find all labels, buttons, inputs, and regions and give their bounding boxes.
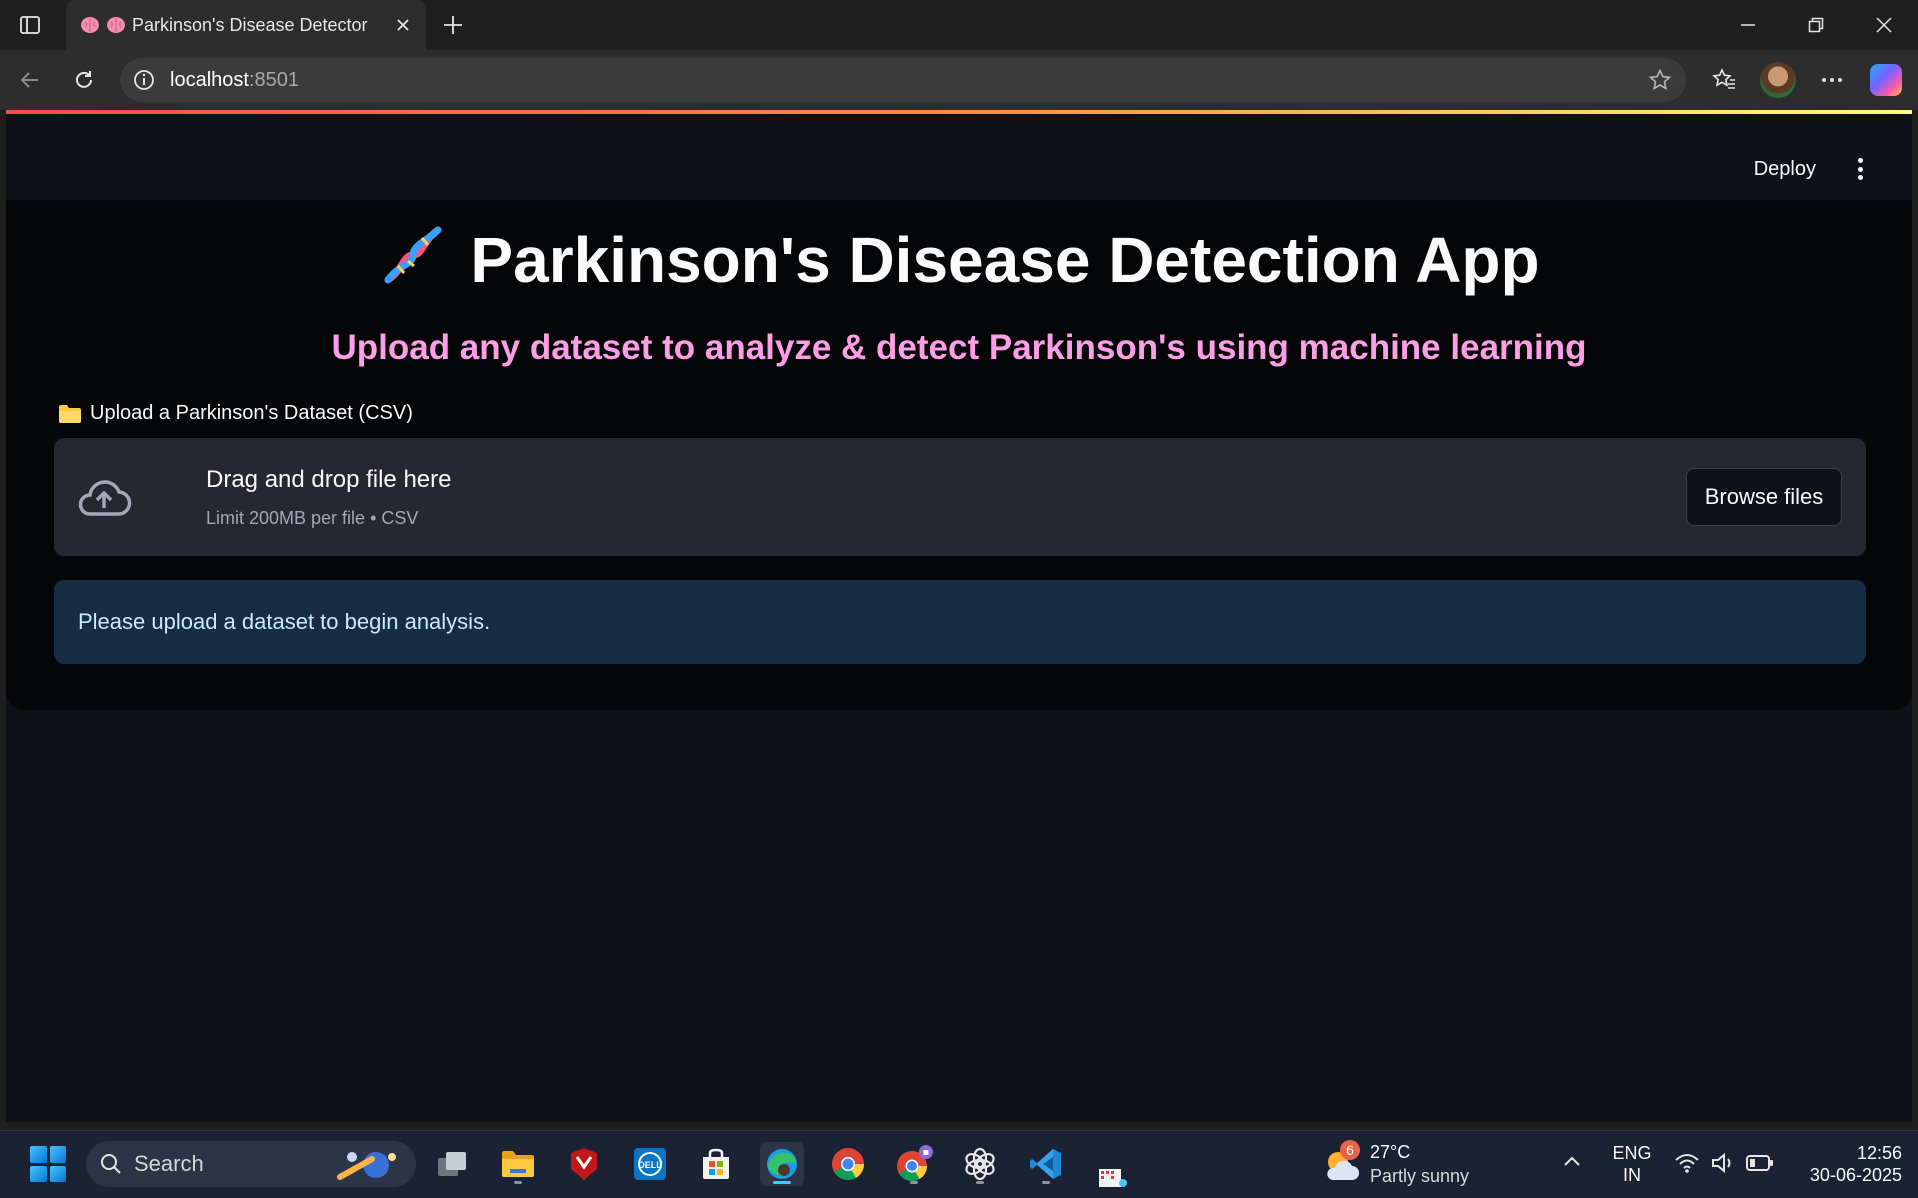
favorites-icon[interactable] xyxy=(1704,60,1744,100)
start-icon[interactable] xyxy=(30,1146,66,1182)
dell-icon[interactable]: DELL xyxy=(628,1142,672,1186)
clock[interactable]: 12:56 30-06-2025 xyxy=(1790,1142,1902,1186)
browse-files-button[interactable]: Browse files xyxy=(1686,468,1842,526)
vscode-icon[interactable] xyxy=(1024,1142,1068,1186)
page-title-text: Parkinson's Disease Detection App xyxy=(470,224,1540,296)
clock-date: 30-06-2025 xyxy=(1809,1165,1902,1185)
weather-widget[interactable]: 6 27°C Partly sunny xyxy=(1322,1140,1482,1188)
main-menu-icon[interactable] xyxy=(1848,154,1872,184)
profile-avatar[interactable] xyxy=(1758,60,1798,100)
url-text: localhost:8501 xyxy=(170,69,299,92)
brain-emoji-icon xyxy=(106,15,126,35)
page-title: Parkinson's Disease Detection App xyxy=(6,220,1912,297)
url-host: localhost xyxy=(170,68,249,91)
deploy-button[interactable]: Deploy xyxy=(1754,158,1816,181)
chrome-icon[interactable] xyxy=(826,1142,870,1186)
copilot-icon[interactable] xyxy=(1866,60,1906,100)
cloud-upload-icon xyxy=(78,480,132,516)
app-header: Deploy xyxy=(6,114,1912,200)
brain-favicon-icon xyxy=(80,15,100,35)
file-explorer-icon[interactable] xyxy=(496,1142,540,1186)
url-port: :8501 xyxy=(248,68,299,91)
tab-title: Parkinson's Disease Detector xyxy=(132,14,368,35)
show-hidden-icons-icon[interactable] xyxy=(1562,1154,1582,1173)
chatgpt-icon[interactable] xyxy=(958,1142,1002,1186)
close-window-icon[interactable] xyxy=(1850,0,1918,50)
minimize-icon[interactable] xyxy=(1714,0,1782,50)
folder-icon xyxy=(59,404,81,423)
windows-taskbar: Search DELL 6 27°C Partly sunny ENG IN 1… xyxy=(0,1130,1918,1198)
new-tab-icon[interactable] xyxy=(436,8,470,42)
browser-toolbar: localhost:8501 xyxy=(0,50,1918,110)
favorite-star-icon[interactable] xyxy=(1648,68,1672,92)
streamlit-page: Deploy Parkinson's Disease Detection App… xyxy=(6,110,1912,1122)
clock-time: 12:56 xyxy=(1856,1143,1902,1163)
upload-label-text: Upload a Parkinson's Dataset (CSV) xyxy=(90,402,413,424)
weather-badge: 6 xyxy=(1340,1140,1360,1160)
weather-condition: Partly sunny xyxy=(1370,1166,1470,1186)
upload-label: Upload a Parkinson's Dataset (CSV) xyxy=(58,402,413,425)
dna-icon xyxy=(378,220,448,290)
chrome-profile-icon[interactable] xyxy=(892,1142,936,1186)
browser-tab-bar: Parkinson's Disease Detector xyxy=(0,0,1918,50)
svg-text:DELL: DELL xyxy=(638,1160,662,1170)
site-info-icon[interactable] xyxy=(132,68,156,92)
mcafee-icon[interactable] xyxy=(562,1142,606,1186)
tab-close-icon[interactable] xyxy=(388,10,418,40)
tab-actions-icon[interactable] xyxy=(14,10,46,40)
address-bar[interactable]: localhost:8501 xyxy=(120,58,1686,102)
info-alert: Please upload a dataset to begin analysi… xyxy=(54,580,1866,664)
back-icon[interactable] xyxy=(10,60,50,100)
wifi-icon[interactable] xyxy=(1674,1152,1700,1179)
task-view-icon[interactable] xyxy=(430,1142,474,1186)
file-dropzone[interactable]: Drag and drop file here Limit 200MB per … xyxy=(54,438,1866,556)
restore-icon[interactable] xyxy=(1782,0,1850,50)
taskbar-search[interactable]: Search xyxy=(86,1141,416,1187)
volume-icon[interactable] xyxy=(1710,1152,1736,1179)
battery-icon[interactable] xyxy=(1746,1154,1774,1177)
edge-icon[interactable] xyxy=(760,1142,804,1186)
language-code: ENG xyxy=(1612,1143,1652,1163)
dropzone-title: Drag and drop file here xyxy=(206,466,452,493)
page-subtitle: Upload any dataset to analyze & detect P… xyxy=(331,328,1587,367)
microsoft-store-icon[interactable] xyxy=(694,1142,738,1186)
snipping-icon[interactable] xyxy=(1090,1160,1134,1190)
language-region: IN xyxy=(1623,1165,1641,1185)
weather-temp: 27°C xyxy=(1370,1142,1411,1162)
browser-tab[interactable]: Parkinson's Disease Detector xyxy=(66,0,426,50)
refresh-icon[interactable] xyxy=(64,60,104,100)
more-options-icon[interactable] xyxy=(1812,60,1852,100)
search-highlight-icon xyxy=(337,1152,396,1180)
dropzone-limit: Limit 200MB per file • CSV xyxy=(206,508,419,528)
language-indicator[interactable]: ENG IN xyxy=(1606,1142,1658,1186)
search-icon xyxy=(101,1154,121,1174)
taskbar-search-placeholder: Search xyxy=(134,1151,204,1176)
